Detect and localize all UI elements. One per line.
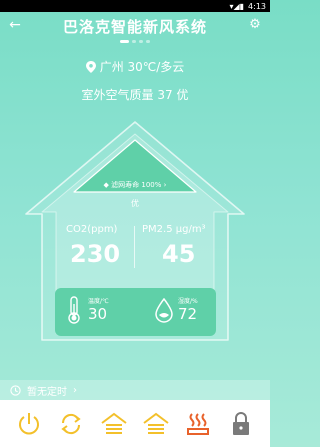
power-icon [19,412,40,434]
pm25-label: PM2.5 μg/m³ [142,224,206,235]
temperature-value: 30 [88,305,108,323]
co2-label: CO2(ppm) [66,224,118,235]
lock-icon [232,411,249,435]
chevron-right-icon: › [163,181,167,189]
wind-level-1-button[interactable] [100,409,128,439]
co2-value: 230 [70,240,121,268]
indoor-quality-text: 优 [131,199,139,208]
thermometer-icon [68,296,80,324]
lock-button[interactable] [227,409,255,439]
cycle-icon [61,413,82,434]
humidity-value: 72 [178,305,198,323]
mode-button[interactable] [57,409,85,439]
heat-button[interactable] [184,409,212,439]
filter-life-text: 滤网寿命 100% [111,181,162,189]
metric-divider [134,226,135,268]
filter-diamond-icon: ◆ [103,181,109,189]
pm25-value: 45 [162,240,196,268]
timer-text: 暂无定时 [27,386,67,398]
temperature-label: 温度/℃ [88,298,109,305]
filter-life-button[interactable]: ◆ 滤网寿命 100% › [0,180,270,190]
power-button[interactable] [15,409,43,439]
control-bar [0,400,270,447]
chevron-right-icon: › [73,384,77,396]
wind-level-2-button[interactable] [142,409,170,439]
house-wind-icon [143,412,169,434]
humidity-label: 湿度/% [178,298,198,305]
house-wind-icon [101,412,127,434]
clock-icon [10,384,21,396]
humidity-drop-icon [155,298,173,323]
heat-icon [187,412,210,435]
timer-bar[interactable]: 暂无定时 › [0,380,270,400]
